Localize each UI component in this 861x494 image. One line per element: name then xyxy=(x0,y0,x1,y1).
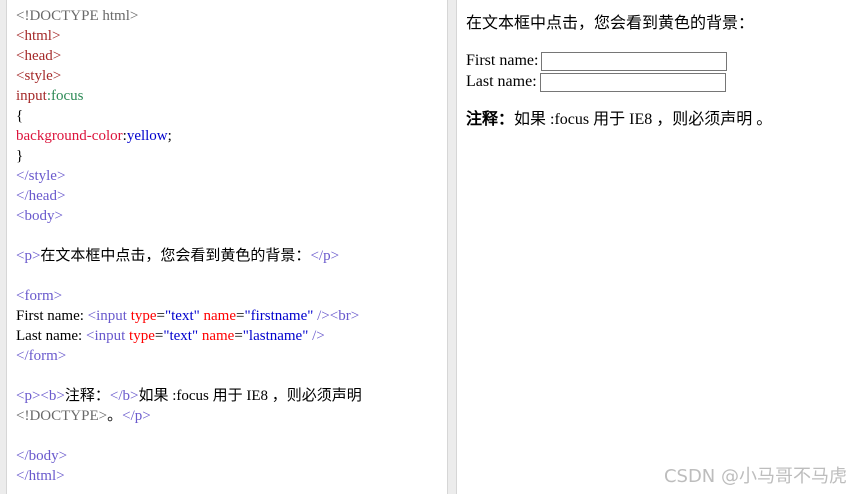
preview-panel: 在文本框中点击，您会看到黄色的背景： First name: Last name… xyxy=(456,0,861,494)
code-token: <form> xyxy=(16,288,63,304)
code-line: <body> xyxy=(16,206,362,226)
code-token: <!DOCTYPE> xyxy=(16,408,108,424)
code-line: </head> xyxy=(16,186,362,206)
last-name-input[interactable] xyxy=(539,72,726,92)
code-token: </style> xyxy=(16,168,66,184)
code-token: </p> xyxy=(310,248,340,264)
code-token: type xyxy=(130,308,157,324)
code-line: <p>在文本框中点击，您会看到黄色的背景：</p> xyxy=(16,246,362,266)
code-token: Last name: xyxy=(16,328,86,344)
first-name-label: First name: xyxy=(466,52,539,69)
code-token: name xyxy=(203,308,236,324)
code-line: { xyxy=(16,106,362,126)
code-token: ; xyxy=(167,128,172,144)
code-token: input xyxy=(16,88,47,104)
code-token: 在文本框中点击，您会看到黄色的背景： xyxy=(40,248,311,264)
code-token: name xyxy=(201,328,235,344)
code-token: } xyxy=(16,148,24,164)
intro-paragraph: 在文本框中点击，您会看到黄色的背景： xyxy=(466,15,755,32)
last-name-row: Last name: xyxy=(466,71,726,92)
code-line: Last name: <input type="text" name="last… xyxy=(16,326,362,346)
code-token: type xyxy=(129,328,155,344)
code-line: <head> xyxy=(16,46,362,66)
code-token: "text" xyxy=(163,328,202,344)
source-code[interactable]: <!DOCTYPE html> <html> <head> <style> input:… xyxy=(16,6,362,486)
csdn-watermark: CSDN @小马哥不马虎 xyxy=(663,466,847,487)
code-token: <input xyxy=(87,308,131,324)
code-token: <input xyxy=(85,328,130,344)
code-token: /><br> xyxy=(317,308,360,324)
code-token: = xyxy=(156,308,166,324)
code-line: </html> xyxy=(16,466,362,486)
code-line: </style> xyxy=(16,166,362,186)
code-token: 注释： xyxy=(64,388,110,404)
code-token: </b> xyxy=(109,388,139,404)
code-line: <!DOCTYPE html> xyxy=(16,6,362,26)
code-line: First name: <input type="text" name="fir… xyxy=(16,306,362,326)
code-line: <form> xyxy=(16,286,362,306)
note-label: 注释： xyxy=(466,111,515,128)
code-token: <!DOCTYPE html> xyxy=(16,8,139,24)
code-token: </body> xyxy=(16,448,68,464)
code-line: </body> xyxy=(16,446,362,466)
note-text: 如果 :focus 用于 IE8 ，则必须声明 。 xyxy=(514,111,773,128)
code-token: <p> xyxy=(16,248,41,264)
code-token: <html> xyxy=(16,28,61,44)
code-token: "text" xyxy=(165,308,204,324)
code-line: </form> xyxy=(16,346,362,366)
code-token: /> xyxy=(312,328,325,344)
code-token: <p><b> xyxy=(16,388,65,404)
code-line: <!DOCTYPE>。</p> xyxy=(16,406,362,426)
code-editor-panel[interactable]: <!DOCTYPE html> <html> <head> <style> input:… xyxy=(6,0,448,494)
code-token: = xyxy=(234,328,243,344)
code-token: </html> xyxy=(16,468,65,484)
code-token: </head> xyxy=(16,188,66,204)
code-token: <body> xyxy=(16,208,63,224)
note-paragraph: 注释：如果 :focus 用于 IE8 ，则必须声明 。 xyxy=(466,110,772,130)
first-name-input[interactable] xyxy=(541,51,728,71)
first-name-row: First name: xyxy=(466,50,728,71)
code-token: <style> xyxy=(16,68,62,84)
code-token: </p> xyxy=(122,408,151,424)
code-token: { xyxy=(16,108,24,124)
code-token: First name: xyxy=(16,308,88,324)
code-line: input:focus xyxy=(16,86,362,106)
code-line: <html> xyxy=(16,26,362,46)
code-line: background-color:yellow; xyxy=(16,126,362,146)
code-token: <head> xyxy=(16,48,62,64)
code-token: yellow xyxy=(126,128,168,144)
code-token: :focus xyxy=(46,88,84,104)
code-line: <style> xyxy=(16,66,362,86)
code-token: </form> xyxy=(16,348,67,364)
code-token: 如果 :focus 用于 IE8 ，则必须声明 xyxy=(138,388,362,404)
code-token: "firstname" xyxy=(244,308,318,324)
code-token: "lastname" xyxy=(242,328,313,344)
code-token: background-color xyxy=(16,128,123,144)
code-line: } xyxy=(16,146,362,166)
code-line: <p><b>注释：</b>如果 :focus 用于 IE8 ，则必须声明 xyxy=(16,386,362,406)
last-name-label: Last name: xyxy=(466,73,537,90)
code-token: 。 xyxy=(107,408,123,424)
